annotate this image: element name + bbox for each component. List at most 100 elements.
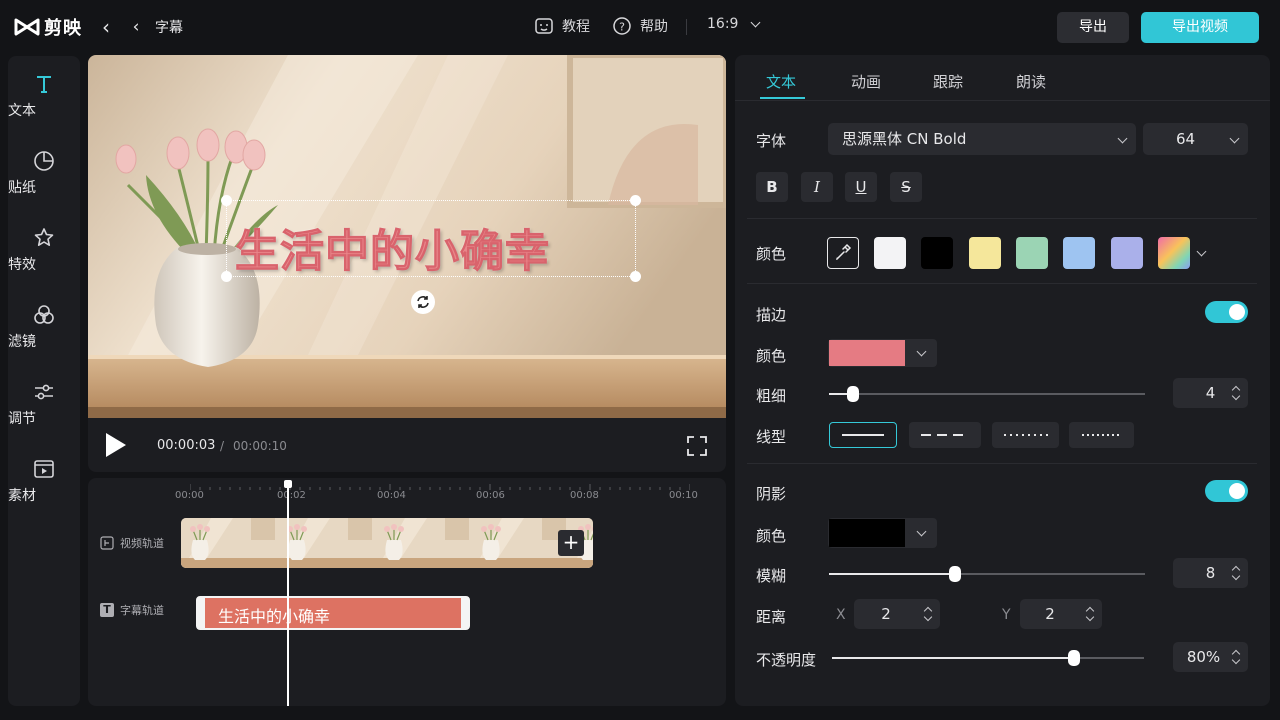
opacity-stepper[interactable]: 80% xyxy=(1173,642,1248,672)
resize-handle[interactable] xyxy=(630,195,641,206)
video-clip[interactable]: + xyxy=(181,518,593,568)
resize-handle[interactable] xyxy=(221,271,232,282)
section-divider xyxy=(747,218,1257,219)
stepper-arrows-icon[interactable] xyxy=(1232,565,1240,581)
stepper-arrows-icon[interactable] xyxy=(924,606,932,622)
resize-handle[interactable] xyxy=(630,271,641,282)
font-family-select[interactable]: 思源黑体 CN Bold xyxy=(828,123,1136,155)
fullscreen-icon[interactable] xyxy=(686,435,708,457)
aspect-ratio-value: 16:9 xyxy=(707,16,739,32)
video-track-icon xyxy=(100,536,114,550)
strikethrough-button[interactable]: S xyxy=(890,172,922,202)
shadow-toggle[interactable] xyxy=(1205,480,1248,502)
add-clip-button[interactable]: + xyxy=(558,530,584,556)
stroke-color-picker[interactable] xyxy=(828,339,937,367)
tutorial-label: 教程 xyxy=(562,19,590,35)
custom-color-swatch[interactable] xyxy=(1158,237,1190,269)
slider-knob[interactable] xyxy=(847,386,859,402)
export-video-button[interactable]: 导出视频 xyxy=(1141,12,1259,43)
active-tab-indicator xyxy=(760,97,805,99)
stroke-width-label: 粗细 xyxy=(756,387,787,405)
italic-button[interactable]: I xyxy=(801,172,833,202)
x-offset-stepper[interactable]: 2 xyxy=(854,599,940,629)
tutorial-button[interactable]: 教程 xyxy=(534,16,590,36)
caption-selection-box[interactable]: 生活中的小确幸 xyxy=(221,195,641,282)
tab-animation[interactable]: 动画 xyxy=(851,71,881,92)
chevron-down-icon xyxy=(1229,133,1240,144)
line-style-fine-dotted[interactable] xyxy=(1069,422,1134,448)
stepper-arrows-icon[interactable] xyxy=(1232,385,1240,401)
rail-item-text[interactable]: 文本 xyxy=(8,72,80,132)
slider-knob[interactable] xyxy=(1068,650,1080,666)
text-icon xyxy=(37,76,51,93)
rail-item-adjust[interactable]: 调节 xyxy=(8,380,80,440)
subtitle-clip[interactable]: 生活中的小确幸 xyxy=(196,596,470,630)
color-swatch[interactable] xyxy=(921,237,953,269)
rail-item-effects[interactable]: 特效 xyxy=(8,226,80,286)
timeline[interactable]: 00:00 00:02 00:04 00:06 00:08 00:10 视频轨道… xyxy=(88,478,726,706)
eyedropper-button[interactable] xyxy=(827,237,859,269)
opacity-slider[interactable] xyxy=(832,650,1144,666)
header-divider xyxy=(686,19,687,35)
playhead[interactable] xyxy=(284,480,292,706)
caption-text[interactable]: 生活中的小确幸 xyxy=(235,215,629,279)
more-colors-chevron-icon[interactable] xyxy=(1196,246,1207,257)
rail-label: 文本 xyxy=(8,103,36,119)
tool-rail: 文本 贴纸 特效 滤镜 调节 素材 xyxy=(8,56,80,706)
slider-fill xyxy=(829,573,955,575)
color-swatch[interactable] xyxy=(1111,237,1143,269)
breadcrumb-back-icon[interactable]: ‹ xyxy=(125,14,147,40)
tab-text[interactable]: 文本 xyxy=(766,71,796,92)
tab-tracking[interactable]: 跟踪 xyxy=(933,71,963,92)
help-label: 帮助 xyxy=(640,19,668,35)
tick-label: 00:06 xyxy=(476,490,505,501)
aspect-ratio-select[interactable]: 16:9 xyxy=(707,16,761,32)
line-style-dashed[interactable] xyxy=(909,422,981,448)
font-size-select[interactable]: 64 xyxy=(1143,123,1248,155)
resize-handle[interactable] xyxy=(221,195,232,206)
help-button[interactable]: ? 帮助 xyxy=(612,16,668,36)
stepper-arrows-icon[interactable] xyxy=(1086,606,1094,622)
line-style-dotted[interactable] xyxy=(992,422,1059,448)
stroke-toggle[interactable] xyxy=(1205,301,1248,323)
stroke-width-slider[interactable] xyxy=(829,386,1145,402)
clip-trim-handle[interactable] xyxy=(461,598,468,628)
rail-item-filter[interactable]: 滤镜 xyxy=(8,303,80,363)
play-icon[interactable] xyxy=(106,433,126,457)
tab-divider xyxy=(735,100,1270,101)
slider-knob[interactable] xyxy=(949,566,961,582)
underline-button[interactable]: U xyxy=(845,172,877,202)
x-offset-value: 2 xyxy=(881,605,891,623)
rail-item-media[interactable]: 素材 xyxy=(8,457,80,517)
dashed-line-icon xyxy=(921,434,969,436)
stroke-label: 描边 xyxy=(756,306,787,324)
back-icon[interactable]: ‹ xyxy=(95,14,117,40)
font-label: 字体 xyxy=(756,132,787,150)
export-button[interactable]: 导出 xyxy=(1057,12,1129,43)
adjust-icon xyxy=(35,384,53,400)
color-swatch[interactable] xyxy=(874,237,906,269)
stroke-width-stepper[interactable]: 4 xyxy=(1173,378,1248,408)
chevron-down-icon xyxy=(916,346,927,357)
color-swatch[interactable] xyxy=(1016,237,1048,269)
line-style-solid[interactable] xyxy=(829,422,897,448)
color-swatch[interactable] xyxy=(969,237,1001,269)
color-swatch[interactable] xyxy=(1063,237,1095,269)
rotate-handle[interactable] xyxy=(411,290,435,314)
bold-button[interactable]: B xyxy=(756,172,788,202)
shadow-color-preview xyxy=(829,519,905,547)
video-preview[interactable]: 生活中的小确幸 xyxy=(88,55,726,418)
tab-read-aloud[interactable]: 朗读 xyxy=(1016,71,1046,92)
clip-trim-handle[interactable] xyxy=(198,598,205,628)
breadcrumb[interactable]: 字幕 xyxy=(155,17,183,37)
shadow-color-picker[interactable] xyxy=(828,518,937,548)
blur-stepper[interactable]: 8 xyxy=(1173,558,1248,588)
properties-panel: 文本 动画 跟踪 朗读 字体 思源黑体 CN Bold 64 B I U S 颜… xyxy=(735,55,1270,706)
rail-item-sticker[interactable]: 贴纸 xyxy=(8,149,80,209)
blur-slider[interactable] xyxy=(829,566,1145,582)
y-offset-stepper[interactable]: 2 xyxy=(1020,599,1102,629)
stepper-arrows-icon[interactable] xyxy=(1232,649,1240,665)
rail-label: 滤镜 xyxy=(8,334,36,350)
rotate-icon xyxy=(417,296,429,308)
fine-dotted-line-icon xyxy=(1082,434,1120,436)
